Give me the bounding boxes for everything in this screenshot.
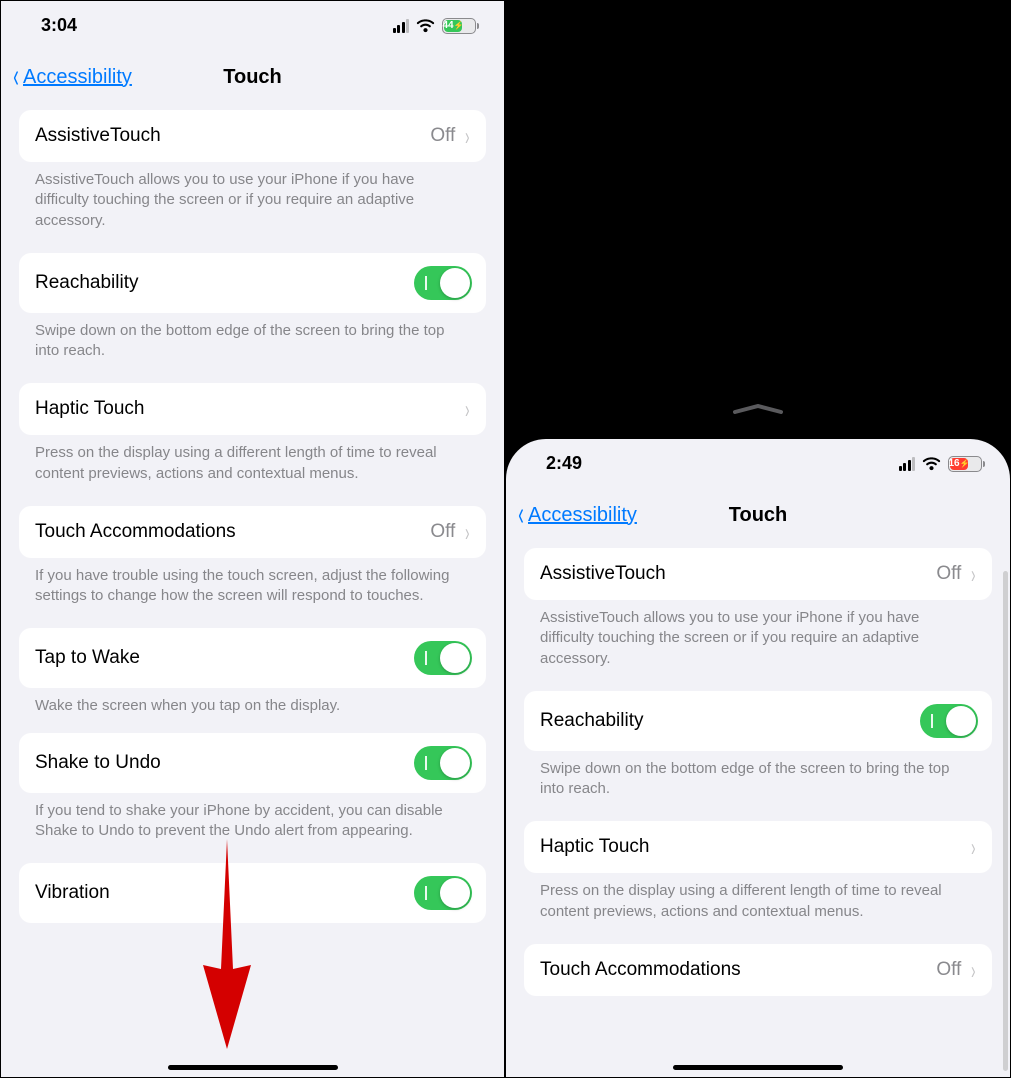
row-label: Reachability (35, 272, 139, 294)
reachability-desc: Swipe down on the bottom edge of the scr… (19, 313, 486, 384)
shaketoundo-desc: If you tend to shake your iPhone by acci… (19, 793, 486, 864)
assistivetouch-row[interactable]: AssistiveTouch Off › (19, 110, 486, 162)
battery-text: 16 (948, 458, 959, 469)
reachability-desc: Swipe down on the bottom edge of the scr… (524, 751, 992, 822)
row-label: Haptic Touch (35, 398, 145, 420)
back-label: Accessibility (23, 66, 132, 89)
wifi-icon (922, 457, 941, 471)
battery-icon: 44⚡ (442, 18, 476, 34)
battery-icon: 16⚡ (948, 456, 982, 472)
settings-list[interactable]: AssistiveTouch Off › AssistiveTouch allow… (1, 110, 504, 923)
haptictouch-row[interactable]: Haptic Touch › (19, 383, 486, 435)
row-label: Shake to Undo (35, 752, 161, 774)
assistivetouch-desc: AssistiveTouch allows you to use your iP… (524, 600, 992, 691)
back-button[interactable]: ‹ Accessibility (516, 500, 637, 530)
taptowake-row[interactable]: Tap to Wake (19, 628, 486, 688)
status-bar: 2:49 16⚡ (506, 439, 1010, 482)
chevron-right-icon: › (465, 124, 469, 149)
assistivetouch-desc: AssistiveTouch allows you to use your iP… (19, 162, 486, 253)
chevron-right-icon: › (465, 519, 469, 544)
back-label: Accessibility (528, 504, 637, 527)
reachability-handle-icon[interactable] (733, 404, 783, 412)
row-label: Tap to Wake (35, 647, 140, 669)
chevron-right-icon: › (465, 397, 469, 422)
page-title: Touch (223, 66, 282, 89)
status-bar: 3:04 44⚡ (1, 1, 504, 44)
phone-right: 2:49 16⚡ ‹ Accessibility Touch Assistive… (505, 0, 1011, 1078)
touchaccommodations-row[interactable]: Touch Accommodations Off › (524, 944, 992, 996)
row-label: Touch Accommodations (35, 521, 236, 543)
wifi-icon (416, 19, 435, 33)
page-title: Touch (729, 504, 788, 527)
vibration-row[interactable]: Vibration (19, 863, 486, 923)
reachability-toggle[interactable] (414, 266, 472, 300)
home-indicator[interactable] (673, 1065, 843, 1070)
row-value: Off (430, 521, 455, 543)
nav-bar: ‹ Accessibility Touch (506, 482, 1010, 548)
row-value: Off (936, 563, 961, 585)
cellular-icon (393, 19, 410, 33)
vibration-toggle[interactable] (414, 876, 472, 910)
shaketoundo-toggle[interactable] (414, 746, 472, 780)
home-indicator[interactable] (168, 1065, 338, 1070)
haptictouch-desc: Press on the display using a different l… (19, 435, 486, 506)
scrollbar[interactable] (1003, 571, 1008, 1071)
haptictouch-row[interactable]: Haptic Touch › (524, 821, 992, 873)
chevron-right-icon: › (971, 957, 975, 982)
row-label: Vibration (35, 882, 110, 904)
row-label: Reachability (540, 710, 644, 732)
row-label: AssistiveTouch (540, 563, 666, 585)
taptowake-toggle[interactable] (414, 641, 472, 675)
row-label: Haptic Touch (540, 836, 650, 858)
settings-list[interactable]: AssistiveTouch Off › AssistiveTouch allow… (506, 548, 1010, 996)
status-time: 3:04 (41, 15, 77, 36)
chevron-left-icon: ‹ (13, 61, 19, 94)
row-value: Off (936, 959, 961, 981)
screen-right: 2:49 16⚡ ‹ Accessibility Touch Assistive… (506, 439, 1010, 1077)
taptowake-desc: Wake the screen when you tap on the disp… (19, 688, 486, 732)
chevron-left-icon: ‹ (518, 499, 524, 532)
reachability-row[interactable]: Reachability (19, 253, 486, 313)
cellular-icon (899, 457, 916, 471)
row-label: Touch Accommodations (540, 959, 741, 981)
phone-left: 3:04 44⚡ ‹ Accessibility Touch Assistive… (0, 0, 505, 1078)
screen-left: 3:04 44⚡ ‹ Accessibility Touch Assistive… (1, 1, 504, 1077)
chevron-right-icon: › (971, 562, 975, 587)
row-value: Off (430, 125, 455, 147)
chevron-right-icon: › (971, 835, 975, 860)
shaketoundo-row[interactable]: Shake to Undo (19, 733, 486, 793)
touchaccommodations-row[interactable]: Touch Accommodations Off › (19, 506, 486, 558)
back-button[interactable]: ‹ Accessibility (11, 62, 132, 92)
nav-bar: ‹ Accessibility Touch (1, 44, 504, 110)
haptictouch-desc: Press on the display using a different l… (524, 873, 992, 944)
assistivetouch-row[interactable]: AssistiveTouch Off › (524, 548, 992, 600)
reachability-toggle[interactable] (920, 704, 978, 738)
status-time: 2:49 (546, 453, 582, 474)
battery-text: 44 (442, 20, 453, 31)
reachability-row[interactable]: Reachability (524, 691, 992, 751)
touchaccommodations-desc: If you have trouble using the touch scre… (19, 558, 486, 629)
row-label: AssistiveTouch (35, 125, 161, 147)
